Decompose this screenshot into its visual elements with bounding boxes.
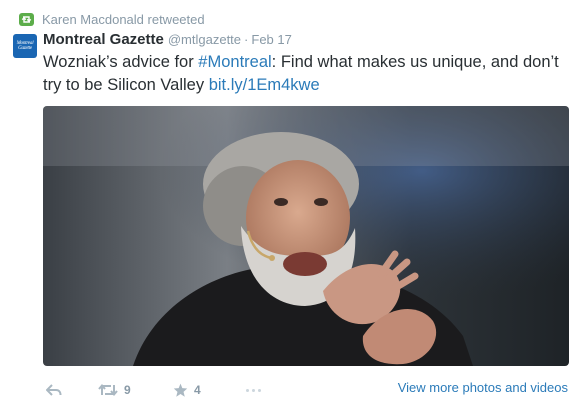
favorite-count: 4 [194,383,201,397]
retweet-button[interactable]: 9 [98,383,131,397]
tweet-text-start: Wozniak’s advice for [43,53,199,71]
avatar-text: Montreal Gazette [16,41,34,51]
retweet-icon [19,12,34,26]
retweet-icon [98,383,118,397]
tweet-photo[interactable] [43,106,569,366]
timestamp[interactable]: Feb 17 [251,32,291,47]
reply-button[interactable] [46,384,62,396]
view-more-link[interactable]: View more photos and videos [398,380,568,395]
tweet-header: Montreal Gazette @mtlgazette · Feb 17 [43,31,292,51]
retweet-context: Karen Macdonald retweeted [19,10,205,28]
more-dots-icon[interactable] [246,388,261,392]
retweeter-label[interactable]: Karen Macdonald retweeted [42,12,205,27]
retweet-count: 9 [124,383,131,397]
star-icon [173,383,188,397]
author-handle[interactable]: @mtlgazette [168,32,241,47]
url-link[interactable]: bit.ly/1Em4kwe [209,76,320,94]
tweet-text: Wozniak’s advice for #Montreal: Find wha… [43,51,573,97]
reply-icon [46,384,62,396]
favorite-button[interactable]: 4 [173,383,201,397]
avatar[interactable]: Montreal Gazette [13,34,37,58]
hashtag-link[interactable]: #Montreal [198,53,271,71]
photo-speaker-icon [43,106,569,366]
author-name[interactable]: Montreal Gazette [43,31,164,48]
separator: · [244,32,249,47]
